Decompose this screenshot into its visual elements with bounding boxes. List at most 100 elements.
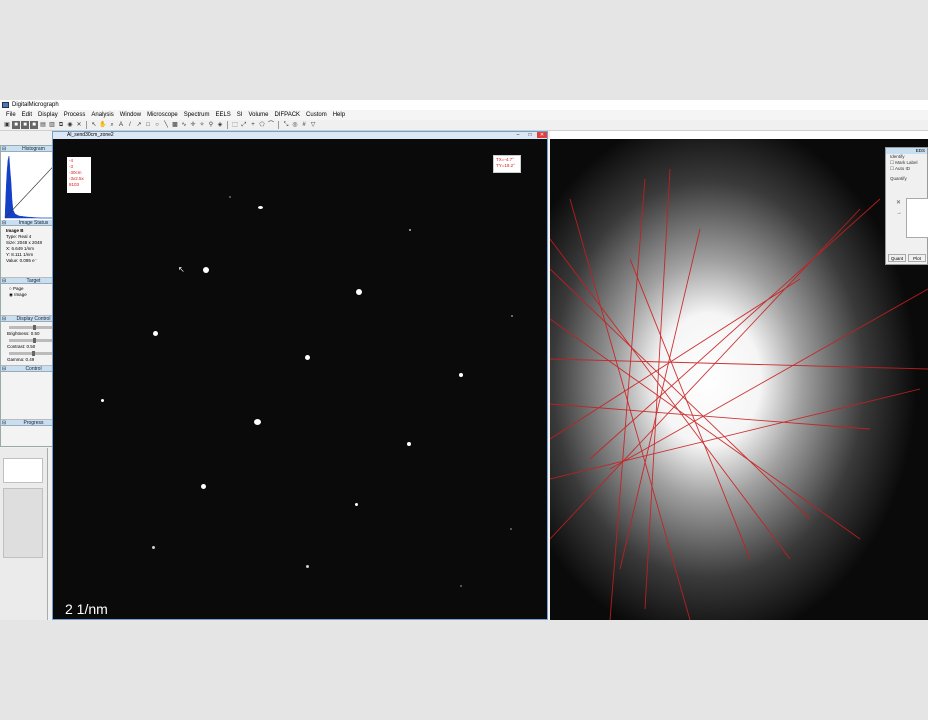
ruler-icon[interactable]: ⤡ [282,121,290,129]
select-point-icon[interactable]: + [249,121,257,129]
oval-icon[interactable]: ○ [153,121,161,129]
eds-quant-button[interactable]: Quant [888,254,906,262]
gamma-slider[interactable] [9,351,58,356]
diffraction-spot [306,565,309,568]
menu-custom[interactable]: Custom [303,110,330,120]
menu-si[interactable]: SI [234,110,246,120]
cross-icon[interactable]: ✛ [189,121,197,129]
copy-icon[interactable]: ⧉ [57,121,65,129]
eds-panel: EDS Identify ☐ Mark Label ☐ Auto ID Quan… [885,147,928,265]
menu-bar: File Edit Display Process Analysis Windo… [0,110,928,120]
auto-id-checkbox[interactable]: ☐ Auto ID [886,166,927,172]
grid-icon[interactable]: # [300,121,308,129]
collapse-icon[interactable]: ⊟ [2,316,6,322]
text-icon[interactable]: A [117,121,125,129]
eds-add-icon[interactable]: → [896,210,902,216]
mask-icon[interactable]: ▩ [171,121,179,129]
diffraction-spot [152,546,155,549]
select-poly-icon[interactable]: ⬠ [258,121,266,129]
app-frame: DigitalMicrograph File Edit Display Proc… [0,100,928,620]
open-icon[interactable]: ▣ [3,121,11,129]
rect-icon[interactable]: □ [144,121,152,129]
toolbar-separator [86,121,87,129]
menu-microscope[interactable]: Microscope [144,110,181,120]
funnel-icon[interactable]: ▽ [309,121,317,129]
left-dock [0,448,48,620]
fill-icon[interactable]: ◈ [216,121,224,129]
save-all-icon[interactable]: ■ [21,121,29,129]
eds-quantify-group: Quantify [890,176,907,181]
dock-well-top [3,458,43,483]
collapse-icon[interactable]: ⊟ [2,220,6,226]
maximize-icon[interactable]: □ [525,132,535,138]
tilt-readout: TX=-4.7° TY=19.2° [493,155,521,173]
close-icon[interactable]: ✕ [537,132,547,138]
toolbar: ▣ ■ ■ ■ ▤ ▥ ⧉ ◉ ✕ ↖ ✋ ⌕ A / ↗ □ ○ ╲ ▩ ∿ … [0,120,928,131]
diffraction-spot [305,355,310,360]
eds-plot-button[interactable]: Plot [908,254,926,262]
menu-help[interactable]: Help [330,110,348,120]
diffraction-spot [510,528,512,530]
menu-file[interactable]: File [3,110,19,120]
diffraction-spot [101,399,104,402]
menu-eels[interactable]: EELS [212,110,233,120]
contrast-slider[interactable] [9,338,58,343]
ring-icon[interactable]: ◎ [291,121,299,129]
diffraction-spot [511,315,513,317]
select-rect-icon[interactable]: ⬚ [231,121,239,129]
eds-element-list[interactable] [906,198,928,238]
plot-icon[interactable]: ▥ [48,121,56,129]
target-image-option[interactable]: ◉ Image [9,292,58,298]
line-icon[interactable]: / [126,121,134,129]
image-window-titlebar[interactable]: Al_send30cm_zone2 – □ ✕ [53,132,547,139]
collapse-icon[interactable]: ⊟ [2,366,6,372]
diffraction-spot [201,484,206,489]
pointer-icon[interactable]: ↖ [90,121,98,129]
menu-analysis[interactable]: Analysis [88,110,116,120]
menu-difpack[interactable]: DIFPACK [271,110,303,120]
zoom-icon[interactable]: ⌕ [108,121,116,129]
app-icon [2,102,9,108]
diffraction-spot [355,503,358,506]
spot-icon[interactable]: ✧ [198,121,206,129]
diffraction-spot [409,229,411,231]
measure-icon[interactable]: ∿ [180,121,188,129]
wand-icon[interactable]: ⚲ [207,121,215,129]
collapse-icon[interactable]: ⊟ [2,278,6,284]
diffraction-pattern[interactable]: -4 -3 -30cm -3x2.5x 8103 TX=-4.7° TY=19.… [53,139,547,619]
brightness-slider[interactable] [9,325,58,330]
diffraction-spot [229,196,231,198]
print-icon[interactable]: ■ [30,121,38,129]
panel-values: -4 -3 -30cm -3x2.5x 8103 [67,157,91,193]
arrow-icon[interactable]: ↗ [135,121,143,129]
tool-icon[interactable]: ✕ [75,121,83,129]
diffraction-spot [459,373,463,377]
image-icon[interactable]: ▤ [39,121,47,129]
menu-edit[interactable]: Edit [19,110,35,120]
diffraction-spot [460,585,462,587]
save-icon[interactable]: ■ [12,121,20,129]
tilt-y: TY=19.2° [496,163,515,168]
mouse-cursor-icon: ↖ [178,265,185,274]
menu-window[interactable]: Window [117,110,144,120]
camera-icon[interactable]: ◉ [66,121,74,129]
dock-well [3,488,43,558]
image-window[interactable]: Al_send30cm_zone2 – □ ✕ -4 -3 -30cm -3x2… [52,131,548,620]
diffraction-spot [356,289,362,295]
scale-bar-label: 2 1/nm [65,601,108,617]
diffraction-spot [254,419,261,425]
menu-process[interactable]: Process [61,110,89,120]
live-view-titlebar[interactable] [550,131,928,139]
eds-remove-icon[interactable]: ✕ [896,200,901,206]
minimize-icon[interactable]: – [513,132,523,138]
select-curve-icon[interactable]: ⌒ [267,121,275,129]
hand-icon[interactable]: ✋ [99,121,107,129]
menu-spectrum[interactable]: Spectrum [181,110,213,120]
menu-volume[interactable]: Volume [245,110,271,120]
collapse-icon[interactable]: ⊟ [2,420,6,426]
menu-display[interactable]: Display [35,110,61,120]
live-view-window[interactable] [549,131,928,620]
window-title: DigitalMicrograph [12,102,59,108]
select-line-icon[interactable]: ⤢ [240,121,248,129]
profile-icon[interactable]: ╲ [162,121,170,129]
